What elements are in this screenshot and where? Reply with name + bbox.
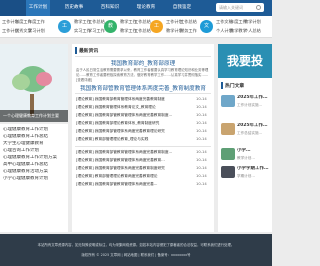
nav-item-5[interactable]: 自我鉴定 <box>170 0 194 16</box>
subnav-link[interactable]: 年度工作 <box>28 19 45 25</box>
subnav-link[interactable]: 工作总结 <box>134 19 151 25</box>
divider <box>75 146 211 147</box>
list-item[interactable]: 高中心理健康工作总结 <box>3 162 48 168</box>
headline-2[interactable]: 我国教育部管教育管理体系两度完善_教育制度教育 <box>75 84 211 92</box>
hot-item-sub: 学期计划… <box>237 174 255 178</box>
section-marker <box>75 47 77 54</box>
tree-leaf <box>12 74 30 90</box>
headline-1[interactable]: 我国教育部的_教育部原理 <box>75 59 211 67</box>
hot-item-sub: 教学计划… <box>237 156 255 160</box>
search-icon[interactable] <box>256 5 261 10</box>
left-article-list: 心理健康教育工作计划 心理健康教育工作总结 大学生心理健康教育 心理咨询工作计划… <box>0 124 68 232</box>
subnav-link[interactable]: 工作总结 <box>88 19 105 25</box>
article-row[interactable]: [理论教育] 我国教育部管理体系两度完善教育制度研究 <box>76 165 188 173</box>
article-row[interactable]: [理论教育] 我国教育部管教育管理体系两度完善教育制度… <box>76 112 188 120</box>
article-row[interactable]: [理论教育] 我国教育部管教育管理体系两度完善教育… <box>76 157 188 165</box>
thumbnail-image[interactable] <box>221 166 235 178</box>
subnav-link[interactable]: 学习工作 <box>88 28 105 34</box>
article-row[interactable]: [理论教育] 我国教育管理体系教育论文_教育理论 <box>76 104 188 112</box>
article-date: 10-14 <box>196 174 207 178</box>
article-date: 10-14 <box>196 97 207 101</box>
section-title: 最新资讯 <box>79 49 99 54</box>
hot-item-title[interactable]: 小学… <box>237 148 271 154</box>
article-row[interactable]: [理论教育] 教育部管理理论教育两度完善教育理论 <box>76 173 188 181</box>
subnav-link[interactable]: 个人总结 <box>244 28 261 34</box>
right-section-title: 热门文章 <box>225 84 245 89</box>
hot-item-title[interactable]: 2025年工作… <box>237 95 271 101</box>
hot-item-title[interactable]: 2025年工作… <box>237 123 271 129</box>
article-row[interactable]: [理论教育] 我国教育部管理体系两度完善教育理论研究 <box>76 128 188 136</box>
category-icon-plan[interactable]: 工 <box>150 20 163 33</box>
banner-caption[interactable]: 一个心理健康教育工作计划主要 <box>0 110 68 122</box>
hot-item-title[interactable]: 小学学期工作… <box>237 166 271 172</box>
section-marker <box>221 82 223 89</box>
nav-item-4[interactable]: 理论教育 <box>134 0 158 16</box>
category-icon-work[interactable]: 工 <box>58 20 71 33</box>
site-logo[interactable] <box>0 0 26 16</box>
nav-item-3[interactable]: 百科知识 <box>98 0 122 16</box>
list-item[interactable]: 大学生心理健康教育 <box>3 141 44 147</box>
article-date: 10-14 <box>196 150 207 154</box>
headline-summary: 由于人民日常生活教育需要需求以来，教育工作者都要认真学习教育理论知识和业务等理论… <box>76 68 209 82</box>
hot-item-sub: 工作总结实施… <box>237 131 263 135</box>
article-date: 10-14 <box>196 158 207 162</box>
article-row[interactable]: [理论教育] 我国教育部理论教育体系_教育制度研究 <box>76 120 188 128</box>
article-date: 10-14 <box>196 105 207 109</box>
article-date: 10-14 <box>196 121 207 125</box>
article-date: 10-14 <box>196 113 207 117</box>
list-item[interactable]: 心理健康教育活动方案 <box>3 169 48 175</box>
footer-disclaimer: 本站所有文章资源内容，如无特殊说明或标注，均为采集网络资源。如若本站内容侵犯了原… <box>37 243 235 247</box>
article-row[interactable]: [理论教育] 我国教育部管教育管理体系两度完善… <box>76 181 188 189</box>
article-row[interactable]: [理论教育] 我国教育部教育管理体系两度完善教育制度 <box>76 96 188 104</box>
list-item[interactable]: 心理健康教育工作计划 <box>3 127 48 133</box>
article-date: 10-14 <box>196 137 207 141</box>
category-icon-article[interactable]: 文 <box>200 20 213 33</box>
hot-item-sub: 工作计划实施… <box>237 103 263 107</box>
ad-banner[interactable]: 我要投 <box>218 44 272 78</box>
subnav-link[interactable]: 工作总结 <box>134 28 151 34</box>
footer: 本站所有文章资源内容，如无特殊说明或标注，均为采集网络资源。如若本站内容侵犯了原… <box>0 234 272 266</box>
nav-item-1[interactable]: 工作计划 <box>26 0 50 16</box>
footer-copyright: 版权所有 © 2025 文章网 | 网站地图 | 联系我们 | 备案号：xxxx… <box>81 253 191 257</box>
thumbnail-image[interactable] <box>221 148 235 160</box>
tree-leaf <box>36 72 52 86</box>
thumbnail-image[interactable] <box>221 95 235 107</box>
article-row[interactable]: [理论教育] 我国教育部管教育管理体系两度完善教育制度… <box>76 149 188 157</box>
divider <box>75 93 211 94</box>
article-date: 10-14 <box>196 129 207 133</box>
main-content: 最新资讯 我国教育部的_教育部原理 由于人民日常生活教育需要需求以来，教育工作者… <box>72 44 214 232</box>
subnav-link[interactable]: 学习计划 <box>28 28 45 34</box>
article-row[interactable]: [理论教育] 教育部管理理论教育_理论与实践 <box>76 136 188 144</box>
subnav-link[interactable]: 工作总结 <box>180 19 197 25</box>
list-item[interactable]: 心理健康教育工作总结 <box>3 134 48 140</box>
list-item[interactable]: 心理健康教育工作计划方案 <box>3 155 57 161</box>
thumbnail-image[interactable] <box>221 123 235 135</box>
article-date: 10-14 <box>196 166 207 170</box>
divider <box>75 56 211 57</box>
category-icon-teaching[interactable]: 教 <box>104 20 117 33</box>
article-date: 10-14 <box>196 182 207 186</box>
nav-item-2[interactable]: 历史故事 <box>62 0 86 16</box>
list-item[interactable]: 心理咨询工作计划 <box>3 148 39 154</box>
subnav-link[interactable]: 教学计划 <box>244 19 261 25</box>
subnav-link[interactable]: 财务工作 <box>180 28 197 34</box>
list-item[interactable]: 小学心理健康教育计划 <box>3 176 48 182</box>
